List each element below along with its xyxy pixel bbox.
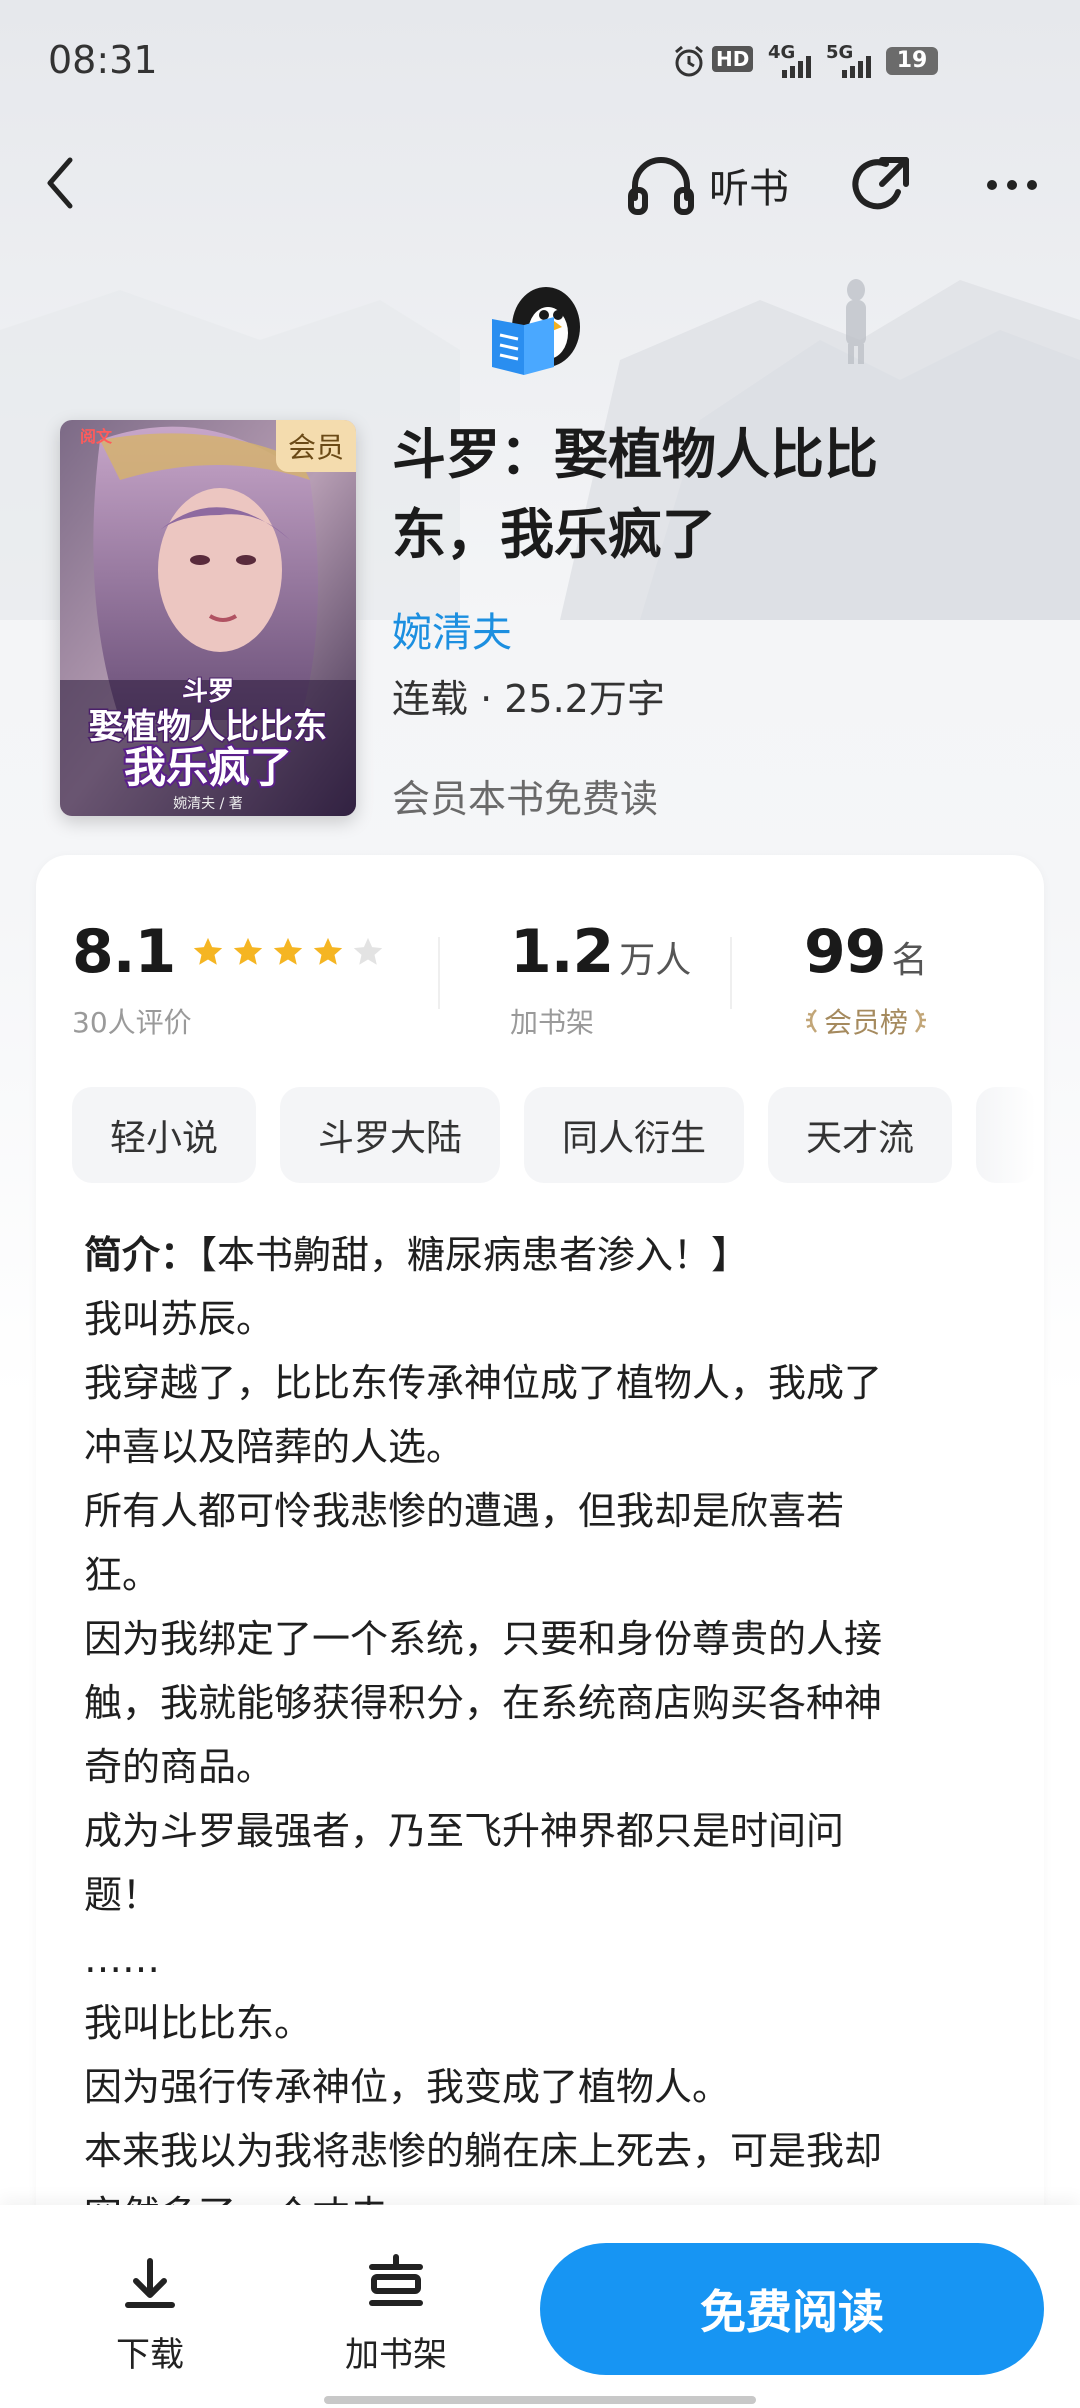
rating-stat[interactable]: 8.1 30人评价: [72, 917, 385, 1041]
svg-text:阅文: 阅文: [80, 427, 113, 446]
tag-fan-fiction[interactable]: 同人衍生: [524, 1087, 745, 1183]
download-label: 下载: [116, 2335, 184, 2375]
synopsis-line: 我叫苏辰。: [84, 1297, 275, 1341]
vip-free-note: 会员本书免费读: [392, 777, 659, 821]
laurel-right-icon: [915, 1009, 927, 1033]
star-icon: [234, 937, 263, 965]
rating-caption: 30人评价: [72, 1006, 192, 1039]
rank-list-link[interactable]: 会员榜: [804, 1001, 928, 1041]
synopsis-line: ……: [84, 1937, 160, 1981]
free-read-button[interactable]: 免费阅读: [540, 2243, 1044, 2375]
signal-icon-1: [782, 56, 811, 78]
synopsis-line: 冲喜以及陪葬的人选。: [84, 1425, 465, 1469]
audiobook-label: 听书: [709, 166, 789, 212]
book-status: 连载 · 25.2万字: [392, 677, 665, 721]
rating-stars: [191, 935, 385, 969]
synopsis-line: 题！: [84, 1873, 161, 1917]
audiobook-button[interactable]: 听书: [625, 150, 789, 220]
synopsis-label: 简介：: [84, 1233, 199, 1277]
star-icon: [354, 937, 383, 965]
svg-text:婉清夫 / 著: 婉清夫 / 著: [173, 796, 243, 812]
stats-divider: [730, 937, 732, 1009]
add-shelf-icon: [369, 2254, 423, 2306]
hd-indicator: HD: [712, 46, 754, 72]
synopsis-line: 本来我以为我将悲惨的躺在床上死去，可是我却: [84, 2129, 883, 2173]
stats-divider: [438, 937, 440, 1009]
synopsis-line: 简介：【本书齁甜，糖尿病患者渗入！】: [84, 1223, 1004, 1287]
synopsis-line: 因为我绑定了一个系统，只要和身份尊贵的人接: [84, 1617, 883, 1661]
battery-level: 19: [896, 48, 928, 73]
book-detail-card: 8.1 30人评价 1.2 万人 加书架 99 名 会员榜 轻小说 斗罗大陆 同…: [36, 855, 1044, 2255]
add-to-shelf-button[interactable]: 加书架: [326, 2253, 466, 2376]
download-icon: [125, 2258, 175, 2308]
home-indicator[interactable]: [324, 2396, 756, 2404]
book-title: 斗罗：娶植物人比比东，我乐疯了: [392, 423, 878, 566]
synopsis[interactable]: 简介：【本书齁甜，糖尿病患者渗入！】 我叫苏辰。 我穿越了，比比东传承神位成了植…: [84, 1223, 1004, 2247]
tag-genius[interactable]: 天才流: [768, 1087, 953, 1183]
star-icon: [274, 937, 303, 965]
svg-text:娶植物人比比东: 娶植物人比比东: [89, 707, 327, 747]
synopsis-line: 奇的商品。: [84, 1745, 275, 1789]
laurel-left-icon: [806, 1009, 817, 1033]
tag-list: 轻小说 斗罗大陆 同人衍生 天才流: [72, 1087, 1037, 1187]
signal-icon-2: [842, 56, 871, 78]
shelf-count: 1.2: [510, 917, 614, 987]
tag-more-faded[interactable]: [976, 1087, 1037, 1183]
share-icon[interactable]: [848, 152, 914, 218]
bottom-action-bar: 下载 加书架 免费阅读: [0, 2205, 1080, 2408]
rating-value: 8.1: [72, 917, 176, 987]
svg-text:我乐疯了: 我乐疯了: [124, 743, 292, 792]
synopsis-text: 【本书齁甜，糖尿病患者渗入！】: [198, 1233, 750, 1277]
svg-text:斗罗: 斗罗: [182, 677, 234, 707]
shelf-stat: 1.2 万人 加书架: [510, 917, 691, 1041]
penguin-reading-logo: [492, 287, 580, 375]
star-icon: [314, 937, 343, 965]
book-cover-art: 阅文 斗罗 娶植物人比比东 我乐疯了 婉清夫 / 著: [60, 420, 356, 816]
rank-caption: 会员榜: [824, 1006, 909, 1039]
headphones-icon: [628, 157, 694, 215]
vip-badge: 会员: [275, 420, 356, 472]
add-to-shelf-label: 加书架: [345, 2335, 447, 2375]
shelf-unit: 万人: [619, 940, 692, 981]
star-icon: [194, 937, 223, 965]
tag-light-novel[interactable]: 轻小说: [72, 1087, 257, 1183]
rank-stat[interactable]: 99 名 会员榜: [804, 917, 928, 1041]
synopsis-line: 触，我就能够获得积分，在系统商店购买各种神: [84, 1681, 883, 1725]
book-author-link[interactable]: 婉清夫: [392, 600, 512, 658]
synopsis-line: 因为强行传承神位，我变成了植物人。: [84, 2065, 731, 2109]
alarm-icon: [675, 45, 703, 77]
shelf-caption: 加书架: [510, 1006, 595, 1039]
status-time: 08:31: [48, 38, 158, 82]
rank-value: 99: [804, 917, 886, 987]
book-cover[interactable]: 阅文 斗罗 娶植物人比比东 我乐疯了 婉清夫 / 著 会员: [60, 420, 356, 816]
synopsis-line: 我叫比比东。: [84, 2001, 313, 2045]
synopsis-line: 我穿越了，比比东传承神位成了植物人，我成了: [84, 1361, 883, 1405]
stats-row: 8.1 30人评价 1.2 万人 加书架 99 名 会员榜: [36, 855, 1044, 1055]
more-icon[interactable]: [982, 160, 1042, 210]
back-icon[interactable]: [36, 148, 84, 218]
synopsis-line: 所有人都可怜我悲惨的遭遇，但我却是欣喜若: [84, 1489, 845, 1533]
synopsis-line: 成为斗罗最强者，乃至飞升神界都只是时间问: [84, 1809, 845, 1853]
battery-indicator: 19: [886, 47, 938, 75]
download-button[interactable]: 下载: [80, 2253, 220, 2376]
synopsis-line: 狂。: [84, 1553, 161, 1597]
status-bar: 08:31 HD 4G 5G 19: [0, 0, 1080, 120]
tag-douluo-continent[interactable]: 斗罗大陆: [280, 1087, 501, 1183]
rank-unit: 名: [891, 940, 928, 981]
